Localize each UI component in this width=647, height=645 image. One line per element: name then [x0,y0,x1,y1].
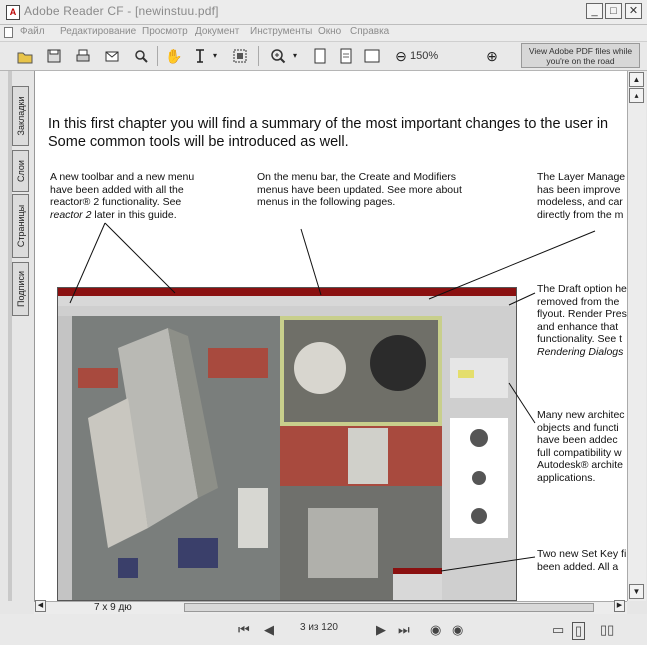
callout-line: menus have been updated. See more about [257,183,462,196]
callout-line: have been addec [537,434,618,446]
menu-tools[interactable]: Инструменты [250,26,312,37]
tab-layers[interactable]: Слои [12,150,29,192]
tab-signatures[interactable]: Подписи [12,262,29,316]
callout-line: full compatibility w [537,446,622,459]
callout-line: The Draft option he [537,283,627,295]
callout-line: reactor® 2 functionality. See [50,196,182,208]
callout-italic: reactor 2 [50,208,92,221]
callout-draft-option: The Draft option he removed from the fly… [537,283,628,358]
maximize-button[interactable]: □ [605,3,622,19]
callout-line: menus in the following pages. [257,196,396,208]
callout-line: modeless, and car [537,196,623,208]
save-icon[interactable] [44,46,64,66]
menu-help[interactable]: Справка [350,26,389,37]
status-bar: ⏮ ◀ 3 из 120 ▶ ⏭ ◉ ◉ ▭ ▯ ▯▯ [0,614,647,645]
callout-line: been added. All a [537,560,619,573]
callout-line: objects and functi [537,421,619,434]
callout-line: applications. [537,471,596,484]
facing-pages-icon[interactable]: ▯▯ [600,622,614,638]
callout-line: Many new architec [537,409,625,421]
callout-line: Autodesk® archite [537,459,623,471]
callout-line: On the menu bar, the Create and Modifier… [257,171,457,183]
menu-file[interactable]: Файл [20,26,45,37]
first-page-icon[interactable]: ⏮ [238,622,250,638]
tab-bookmarks[interactable]: Закладки [12,86,29,146]
callout-line: and enhance that [537,320,619,333]
scroll-left-icon[interactable]: ◀ [35,600,46,612]
callout-line: Rendering Dialogs [537,346,628,359]
document-page: In this first chapter you will find a su… [34,71,628,601]
print-icon[interactable] [73,46,93,66]
callout-line: have been added with all the [50,183,184,196]
document-icon [4,27,13,38]
menu-bar: Файл Редактирование Просмотр Документ Ин… [0,25,647,42]
select-dropdown-icon[interactable]: ▾ [210,46,220,66]
callout-line: A new toolbar and a new menu [50,171,195,183]
menu-window[interactable]: Окно [318,26,341,37]
scroll-right-icon[interactable]: ▶ [614,600,625,612]
previous-view-icon[interactable]: ◉ [430,622,441,638]
select-text-icon[interactable] [190,46,210,66]
horizontal-scroll-thumb[interactable] [184,603,594,612]
menu-view[interactable]: Просмотр [142,26,188,37]
scroll-up-icon[interactable]: ▲ [629,72,644,87]
previous-page-icon[interactable]: ◀ [264,622,274,638]
next-page-icon[interactable]: ▶ [376,622,386,638]
fit-page-icon[interactable] [336,46,356,66]
adobe-reader-icon: A [6,5,20,20]
zoom-out-icon[interactable]: ⊖ [391,46,411,66]
tab-pages[interactable]: Страницы [12,194,29,258]
fit-width-icon[interactable] [362,46,382,66]
heading-line-2: Some common tools will be introduced as … [48,134,349,150]
callout-line: Two new Set Key fi [537,548,627,560]
heading-line-1: In this first chapter you will find a su… [48,116,609,132]
menu-document[interactable]: Документ [195,26,239,37]
viewport-illustration [58,288,516,600]
callout-line: has been improve [537,183,621,196]
next-view-icon[interactable]: ◉ [452,622,463,638]
callout-line: reactor 2 later in this guide. [50,209,230,222]
scroll-top-icon[interactable]: ▴ [629,88,644,103]
hand-tool-icon[interactable]: ✋ [164,46,184,66]
actual-size-icon[interactable] [310,46,330,66]
continuous-page-icon[interactable]: ▯ [572,622,586,640]
toolbar-divider [157,46,158,66]
page-size-label: 7 x 9 дю [94,602,132,613]
callout-line: removed from the [537,295,620,308]
callout-text: later in this guide. [91,208,177,221]
callout-line: flyout. Render Pres [537,308,627,320]
window-title: Adobe Reader CF - [newinstuu.pdf] [24,4,219,18]
open-icon[interactable] [15,46,35,66]
toolbar-divider [258,46,259,66]
zoom-dropdown-icon[interactable]: ▾ [290,46,300,66]
scroll-down-icon[interactable]: ▼ [629,584,644,599]
embedded-screenshot [57,287,517,601]
vertical-scrollbar[interactable]: ▲ ▴ ▼ [627,71,646,601]
callout-line: directly from the m [537,208,624,221]
last-page-icon[interactable]: ⏭ [398,622,410,638]
callout-italic: Rendering Dialogs [537,345,624,358]
callout-line: functionality. See t [537,333,623,345]
callout-architectural: Many new architec objects and functi hav… [537,409,628,484]
zoom-in-circle-icon[interactable]: ⊕ [482,46,502,66]
horizontal-scrollbar[interactable]: ◀ 7 x 9 дю ▶ [34,600,627,614]
title-bar: A Adobe Reader CF - [newinstuu.pdf] _ □ … [0,0,647,25]
callout-set-key: Two new Set Key fi been added. All a [537,548,628,573]
search-icon[interactable] [131,46,151,66]
snapshot-icon[interactable] [230,46,250,66]
zoom-level-field[interactable]: 150% [410,48,472,64]
callout-toolbar: A new toolbar and a new menu have been a… [50,171,230,221]
callout-menus: On the menu bar, the Create and Modifier… [257,171,497,209]
callout-line: The Layer Manage [537,171,626,183]
chapter-intro: In this first chapter you will find a su… [48,115,628,151]
menu-edit[interactable]: Редактирование [60,26,136,37]
ad-banner[interactable]: View Adobe PDF files while you're on the… [521,43,640,68]
close-button[interactable]: ✕ [625,3,642,19]
minimize-button[interactable]: _ [586,3,603,19]
single-page-icon[interactable]: ▭ [552,622,564,638]
zoom-in-icon[interactable] [268,46,288,66]
callout-layer-manager: The Layer Manage has been improve modele… [537,171,628,221]
page-count[interactable]: 3 из 120 [300,622,338,633]
email-icon[interactable] [102,46,122,66]
